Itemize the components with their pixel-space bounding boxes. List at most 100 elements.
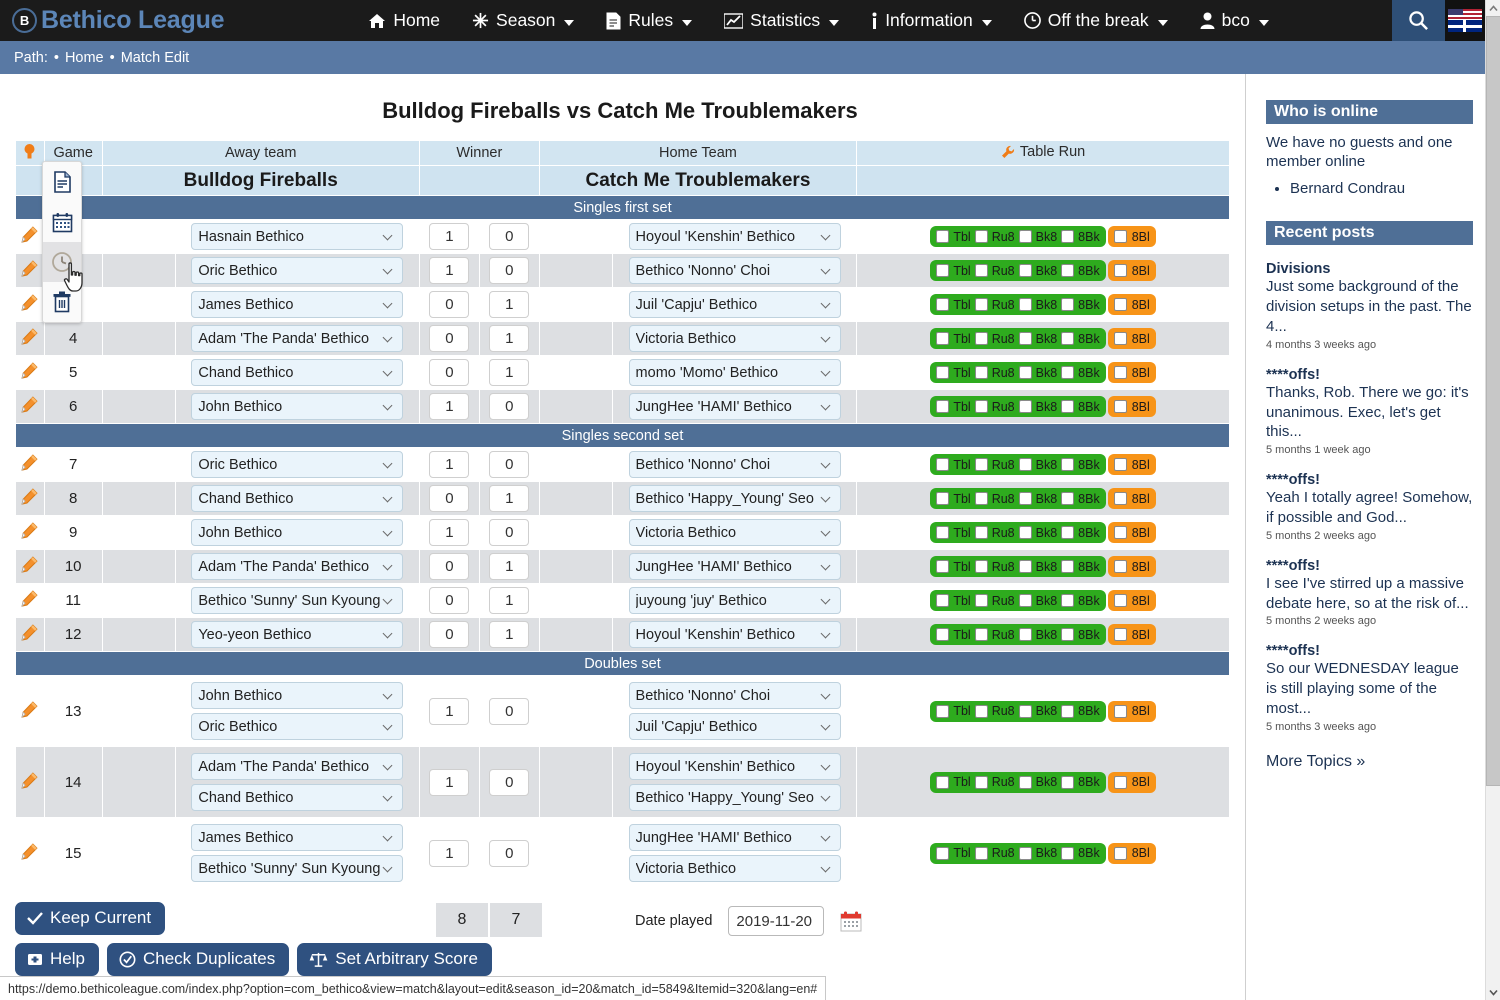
table-run-checkbox[interactable] <box>975 230 988 243</box>
recent-post-item[interactable]: ****offs!Thanks, Rob. There we go: it's … <box>1266 367 1473 456</box>
score-input[interactable] <box>429 769 469 796</box>
table-run-option[interactable]: 8Bk <box>1061 332 1100 346</box>
nav-item-rules[interactable]: Rules <box>590 1 708 40</box>
score-input[interactable] <box>489 840 529 867</box>
table-run-option[interactable]: 8Bk <box>1061 230 1100 244</box>
player-select[interactable]: JungHee 'HAMI' Bethico <box>629 393 841 420</box>
table-run-orange-group[interactable]: 8Bl <box>1108 556 1156 577</box>
table-run-option[interactable]: Tbl <box>936 775 970 789</box>
table-run-option[interactable]: Bk8 <box>1019 298 1058 312</box>
score-input[interactable] <box>489 621 529 648</box>
table-run-orange-group[interactable]: 8Bl <box>1108 772 1156 793</box>
table-run-option[interactable]: Tbl <box>936 230 970 244</box>
row-edit-cell[interactable] <box>16 550 45 584</box>
table-run-checkbox[interactable] <box>1019 628 1032 641</box>
breadcrumb-match-edit[interactable]: Match Edit <box>121 50 190 66</box>
nav-item-season[interactable]: Season <box>456 1 590 40</box>
table-run-option[interactable]: Tbl <box>936 526 970 540</box>
row-edit-cell[interactable] <box>16 220 45 254</box>
table-run-orange-group[interactable]: 8Bl <box>1108 590 1156 611</box>
table-run-checkbox[interactable] <box>975 526 988 539</box>
player-select[interactable]: Yeo-yeon Bethico <box>191 621 403 648</box>
player-select[interactable]: Victoria Bethico <box>629 325 841 352</box>
recent-post-item[interactable]: ****offs!I see I've stirred up a massive… <box>1266 558 1473 628</box>
table-run-checkbox[interactable] <box>1061 400 1074 413</box>
table-run-checkbox[interactable] <box>1114 705 1127 718</box>
table-run-checkbox[interactable] <box>1019 264 1032 277</box>
table-run-checkbox[interactable] <box>1114 526 1127 539</box>
search-button[interactable] <box>1392 0 1445 41</box>
score-input[interactable] <box>489 223 529 250</box>
score-input[interactable] <box>489 325 529 352</box>
pencil-icon[interactable] <box>21 590 38 607</box>
score-input[interactable] <box>429 257 469 284</box>
row-edit-cell[interactable] <box>16 676 45 747</box>
player-select[interactable]: Bethico 'Nonno' Choi <box>629 451 841 478</box>
score-input[interactable] <box>429 621 469 648</box>
table-run-option[interactable]: Bk8 <box>1019 846 1058 860</box>
table-run-orange-group[interactable]: 8Bl <box>1108 260 1156 281</box>
table-run-checkbox[interactable] <box>936 298 949 311</box>
player-select[interactable]: Oric Bethico <box>191 257 403 284</box>
table-run-option[interactable]: 8Bk <box>1061 366 1100 380</box>
table-run-checkbox[interactable] <box>1019 298 1032 311</box>
row-edit-cell[interactable] <box>16 516 45 550</box>
table-run-checkbox[interactable] <box>975 847 988 860</box>
pencil-icon[interactable] <box>21 556 38 573</box>
table-run-checkbox[interactable] <box>936 264 949 277</box>
table-run-orange-group[interactable]: 8Bl <box>1108 701 1156 722</box>
table-run-option[interactable]: Bk8 <box>1019 594 1058 608</box>
table-run-orange-group[interactable]: 8Bl <box>1108 226 1156 247</box>
table-run-checkbox[interactable] <box>936 366 949 379</box>
player-select[interactable]: Hasnain Bethico <box>191 223 403 250</box>
table-run-checkbox[interactable] <box>1061 230 1074 243</box>
pencil-icon[interactable] <box>21 226 38 243</box>
score-input[interactable] <box>489 519 529 546</box>
pencil-icon[interactable] <box>21 260 38 277</box>
table-run-option[interactable]: Ru8 <box>975 230 1015 244</box>
score-input[interactable] <box>429 587 469 614</box>
score-input[interactable] <box>429 553 469 580</box>
table-run-checkbox[interactable] <box>1061 458 1074 471</box>
table-run-option[interactable]: Tbl <box>936 594 970 608</box>
table-run-option[interactable]: Tbl <box>936 704 970 718</box>
scrollbar-thumb[interactable] <box>1486 16 1500 786</box>
table-run-option[interactable]: Bk8 <box>1019 492 1058 506</box>
table-run-checkbox[interactable] <box>975 705 988 718</box>
table-run-option[interactable]: Ru8 <box>975 560 1015 574</box>
page-scrollbar[interactable] <box>1485 0 1500 1000</box>
table-run-option[interactable]: Ru8 <box>975 400 1015 414</box>
table-run-option[interactable]: 8Bk <box>1061 298 1100 312</box>
table-run-option[interactable]: Bk8 <box>1019 264 1058 278</box>
score-input[interactable] <box>429 359 469 386</box>
table-run-option[interactable]: Ru8 <box>975 594 1015 608</box>
table-run-option[interactable]: 8Bk <box>1061 400 1100 414</box>
table-run-checkbox[interactable] <box>936 400 949 413</box>
table-run-checkbox[interactable] <box>1019 594 1032 607</box>
table-run-checkbox[interactable] <box>1019 847 1032 860</box>
table-run-checkbox[interactable] <box>936 776 949 789</box>
table-run-option[interactable]: Tbl <box>936 366 970 380</box>
score-input[interactable] <box>489 393 529 420</box>
row-edit-cell[interactable] <box>16 390 45 424</box>
table-run-checkbox[interactable] <box>975 366 988 379</box>
table-run-orange-group[interactable]: 8Bl <box>1108 396 1156 417</box>
player-select[interactable]: Bethico 'Sunny' Sun Kyoung <box>191 855 403 882</box>
player-select[interactable]: Hoyoul 'Kenshin' Bethico <box>629 223 841 250</box>
set-arbitrary-score-button[interactable]: Set Arbitrary Score <box>297 943 492 976</box>
table-run-checkbox[interactable] <box>975 264 988 277</box>
breadcrumb-home[interactable]: Home <box>65 50 104 66</box>
table-run-option[interactable]: 8Bk <box>1061 628 1100 642</box>
table-run-option[interactable]: Tbl <box>936 560 970 574</box>
table-run-checkbox[interactable] <box>936 492 949 505</box>
table-run-option[interactable]: Bk8 <box>1019 628 1058 642</box>
player-select[interactable]: Chand Bethico <box>191 485 403 512</box>
player-select[interactable]: Bethico 'Nonno' Choi <box>629 257 841 284</box>
row-edit-cell[interactable] <box>16 747 45 818</box>
score-input[interactable] <box>429 698 469 725</box>
pencil-icon[interactable] <box>21 294 38 311</box>
table-run-option[interactable]: Bk8 <box>1019 526 1058 540</box>
row-edit-cell[interactable] <box>16 288 45 322</box>
table-run-checkbox[interactable] <box>1019 560 1032 573</box>
more-topics-link[interactable]: More Topics » <box>1266 753 1473 771</box>
